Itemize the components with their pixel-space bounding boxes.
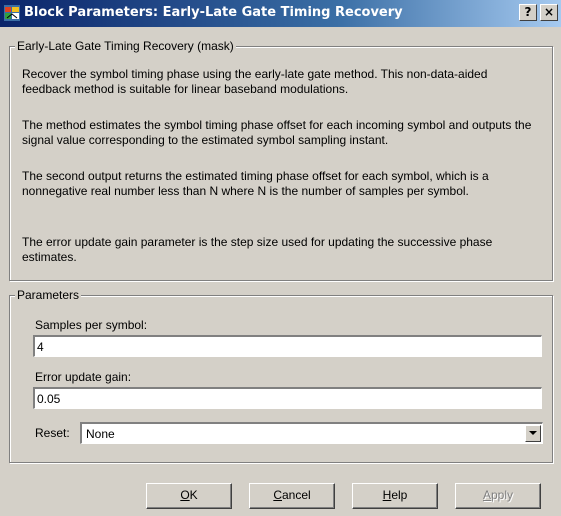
- close-button[interactable]: ×: [540, 4, 558, 21]
- error-update-gain-input[interactable]: [33, 387, 542, 409]
- mask-group-legend: Early-Late Gate Timing Recovery (mask): [15, 39, 236, 53]
- description-paragraph: Recover the symbol timing phase using th…: [22, 67, 488, 96]
- cancel-button[interactable]: Cancel: [249, 483, 335, 509]
- help-label-rest: elp: [391, 488, 408, 502]
- chevron-down-icon: [529, 431, 537, 435]
- samples-per-symbol-label: Samples per symbol:: [35, 318, 148, 332]
- help-button[interactable]: Help: [352, 483, 438, 509]
- ok-label-rest: K: [189, 488, 198, 502]
- help-title-button[interactable]: ?: [519, 4, 537, 21]
- reset-select-value: None: [86, 427, 115, 441]
- error-update-gain-label: Error update gain:: [35, 370, 132, 384]
- title-bar[interactable]: Block Parameters: Early-Late Gate Timing…: [0, 0, 561, 27]
- reset-label: Reset:: [35, 426, 70, 440]
- simulink-block-icon: [4, 5, 20, 21]
- reset-select[interactable]: None: [80, 422, 543, 444]
- window-title: Block Parameters: Early-Late Gate Timing…: [24, 5, 403, 20]
- cancel-mnemonic: C: [273, 488, 282, 502]
- parameters-group-legend: Parameters: [15, 288, 82, 302]
- ok-mnemonic: O: [180, 488, 190, 502]
- apply-button[interactable]: Apply: [455, 483, 541, 509]
- description-paragraph: The error update gain parameter is the s…: [22, 235, 493, 264]
- samples-per-symbol-input[interactable]: [33, 335, 542, 357]
- dropdown-button[interactable]: [525, 425, 541, 442]
- apply-label-rest: pply: [491, 488, 514, 502]
- block-parameters-dialog: Block Parameters: Early-Late Gate Timing…: [0, 0, 561, 516]
- description-paragraph: The second output returns the estimated …: [22, 169, 489, 198]
- ok-button[interactable]: OK: [146, 483, 232, 509]
- cancel-label-rest: ancel: [281, 488, 311, 502]
- description-paragraph: The method estimates the symbol timing p…: [22, 118, 532, 147]
- apply-mnemonic: A: [482, 488, 491, 502]
